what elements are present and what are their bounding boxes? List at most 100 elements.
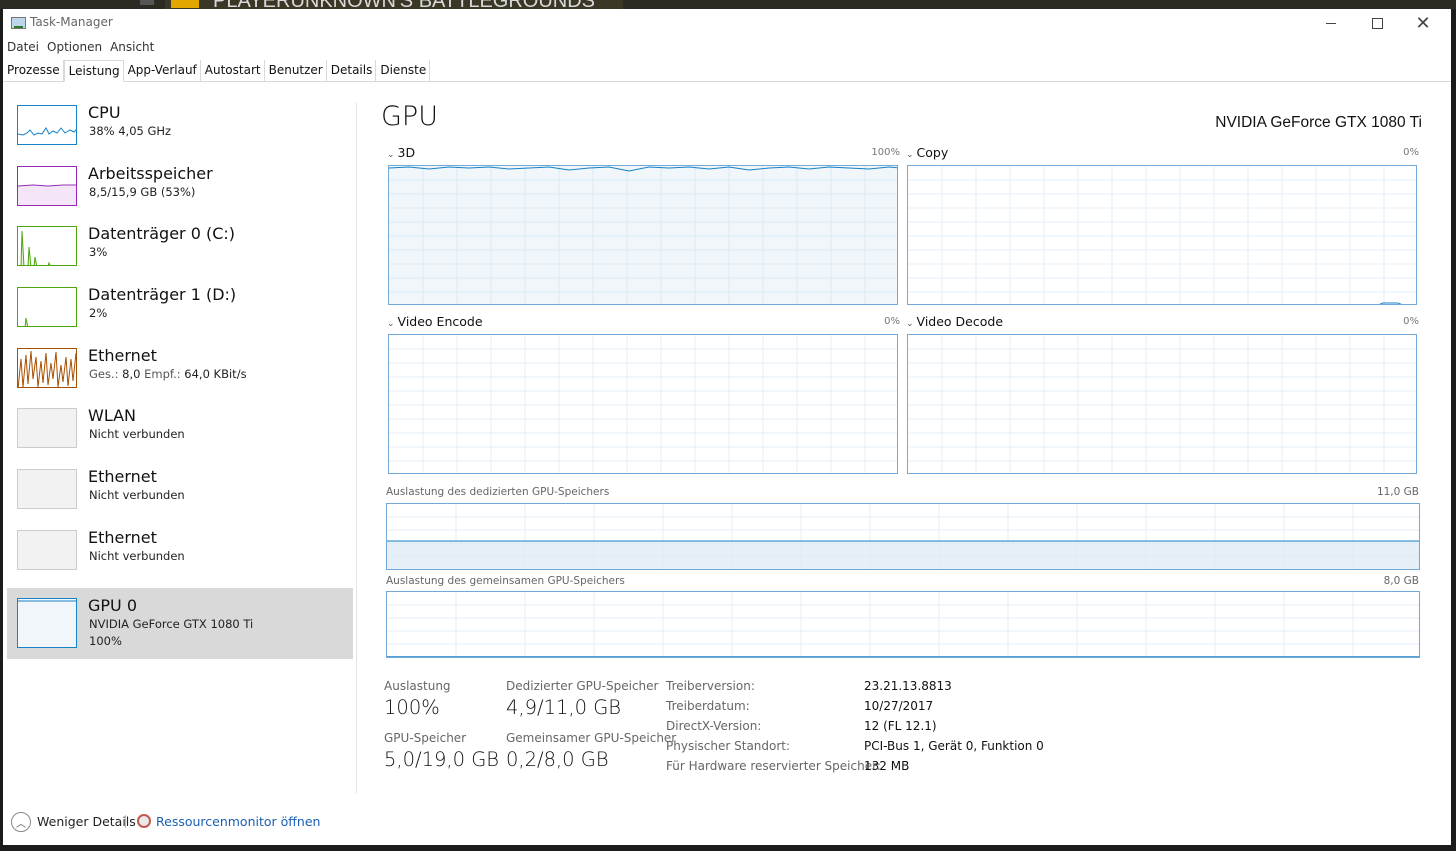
engine-copy-label: Copy	[916, 145, 949, 160]
engine-3d-percent: 100%	[871, 147, 900, 158]
background-game-window: PLAYERUNKNOWN'S BATTLEGROUNDS	[165, 0, 623, 9]
dedicated-memory-label: Dedizierter GPU-Speicher	[506, 679, 659, 693]
engine-video-encode-selector[interactable]: ⌄ Video Encode	[387, 314, 483, 329]
tab-app-verlauf[interactable]: App-Verlauf	[124, 60, 201, 81]
sidebar-item-ethernet-2[interactable]: Ethernet Nicht verbunden	[3, 466, 357, 527]
dedicated-memory-graph-svg	[387, 504, 1419, 569]
shared-memory-label: Gemeinsamer GPU-Speicher	[506, 731, 677, 745]
sidebar-ethernet-3-title: Ethernet	[88, 527, 157, 547]
memory-thumbnail-graph	[17, 165, 77, 206]
sidebar-item-ethernet[interactable]: Ethernet Ges.: 8,0 Empf.: 64,0 KBit/s	[3, 345, 357, 406]
sidebar-item-memory[interactable]: Arbeitsspeicher 8,5/15,9 GB (53%)	[3, 163, 357, 224]
tab-prozesse[interactable]: Prozesse	[3, 60, 64, 81]
engine-copy-selector[interactable]: ⌄ Copy	[906, 145, 948, 160]
engine-video-decode-label: Video Decode	[916, 314, 1004, 329]
engine-3d-label: 3D	[397, 145, 416, 160]
menu-optionen[interactable]: Optionen	[43, 38, 106, 58]
engine-3d-selector[interactable]: ⌄ 3D	[387, 145, 415, 160]
task-manager-icon	[11, 17, 26, 29]
sidebar-gpu0-percent: 100%	[89, 633, 122, 648]
engine-video-encode-graph	[388, 334, 898, 474]
engine-copy-percent: 0%	[1403, 147, 1419, 158]
engine-video-encode-label: Video Encode	[397, 314, 483, 329]
menu-datei[interactable]: Datei	[3, 38, 43, 58]
engine-3d-usage-line	[389, 166, 897, 172]
sidebar-item-ethernet-3[interactable]: Ethernet Nicht verbunden	[3, 527, 357, 588]
sidebar-ethernet-subtitle: Ges.: 8,0 Empf.: 64,0 KBit/s	[89, 367, 247, 381]
ethernet-recv-label: Empf.:	[144, 366, 181, 381]
sidebar-wlan-subtitle: Nicht verbunden	[89, 427, 185, 442]
disk1-thumbnail-graph	[17, 287, 77, 328]
sidebar-memory-title: Arbeitsspeicher	[88, 163, 213, 183]
directx-version-label: DirectX-Version:	[666, 719, 762, 733]
task-manager-window: Task-Manager ✕ Datei Optionen Ansicht Pr…	[3, 9, 1451, 845]
tab-benutzer[interactable]: Benutzer	[265, 60, 327, 81]
tab-autostart[interactable]: Autostart	[201, 60, 265, 81]
sidebar-ethernet-2-subtitle: Nicht verbunden	[89, 488, 185, 503]
engine-3d-graph	[388, 165, 898, 305]
sidebar-wlan-title: WLAN	[88, 406, 137, 426]
panel-divider[interactable]	[356, 103, 357, 793]
sidebar-ethernet-3-subtitle: Nicht verbunden	[89, 548, 185, 563]
engine-copy-graph	[907, 165, 1417, 305]
close-button[interactable]: ✕	[1400, 9, 1446, 38]
gpu-device-name: NVIDIA GeForce GTX 1080 Ti	[1215, 114, 1422, 131]
tab-details[interactable]: Details	[327, 60, 377, 81]
dedicated-memory-fill	[387, 541, 1419, 569]
gpu-memory-label: GPU-Speicher	[384, 731, 467, 745]
shared-memory-graph-max: 8,0 GB	[1383, 575, 1419, 587]
engine-video-decode-percent: 0%	[1403, 316, 1419, 327]
chevron-down-icon: ⌄	[906, 150, 914, 160]
detail-heading: GPU	[381, 101, 438, 132]
engine-video-decode-graph	[907, 334, 1417, 474]
tab-dienste[interactable]: Dienste	[376, 60, 431, 81]
footer-separator	[125, 815, 126, 828]
engine-copy-gridlines	[908, 166, 1416, 304]
menu-ansicht[interactable]: Ansicht	[106, 38, 158, 58]
sidebar-disk1-subtitle: 2%	[89, 306, 108, 321]
sidebar-cpu-title: CPU	[88, 103, 121, 122]
dedicated-memory-graph	[386, 503, 1420, 570]
driver-date-label: Treiberdatum:	[666, 699, 750, 713]
ethernet-3-thumbnail-graph	[17, 529, 77, 570]
shared-memory-value: 0,2/8,0 GB	[506, 748, 609, 771]
engine-copy-usage-line	[1379, 302, 1402, 304]
open-resource-monitor-link[interactable]: Ressourcenmonitor öffnen	[156, 814, 320, 829]
ethernet-thumbnail-graph	[17, 347, 77, 388]
sidebar-item-disk1[interactable]: Datenträger 1 (D:) 2%	[3, 284, 357, 345]
engine-video-encode-graph-svg	[389, 335, 897, 473]
driver-version-value: 23.21.13.8813	[864, 679, 952, 693]
sidebar-disk1-title: Datenträger 1 (D:)	[88, 285, 237, 305]
menu-bar: Datei Optionen Ansicht	[3, 38, 158, 58]
sidebar-item-cpu[interactable]: CPU 38% 4,05 GHz	[3, 102, 357, 163]
engine-video-decode-gridlines	[908, 335, 1416, 473]
ethernet-recv-value: 64,0 KBit/s	[184, 366, 247, 381]
sidebar-item-disk0[interactable]: Datenträger 0 (C:) 3%	[3, 223, 357, 284]
chevron-up-icon[interactable]: ︿	[11, 812, 31, 832]
hardware-reserved-memory-label: Für Hardware reservierter Speicher:	[666, 759, 881, 773]
engine-video-decode-selector[interactable]: ⌄ Video Decode	[906, 314, 1003, 329]
sidebar-ethernet-title: Ethernet	[88, 345, 157, 365]
shared-memory-graph-svg	[387, 592, 1419, 657]
ethernet-2-thumbnail-graph	[17, 469, 77, 510]
sidebar-item-wlan[interactable]: WLAN Nicht verbunden	[3, 405, 357, 466]
shared-memory-graph	[386, 591, 1420, 658]
sidebar-memory-subtitle: 8,5/15,9 GB (53%)	[89, 184, 196, 199]
minimize-button[interactable]	[1308, 9, 1354, 38]
window-title: Task-Manager	[30, 15, 113, 29]
cpu-thumbnail-graph	[17, 105, 77, 145]
dedicated-memory-graph-max: 11,0 GB	[1376, 486, 1419, 498]
engine-copy-graph-svg	[908, 166, 1416, 304]
tab-leistung[interactable]: Leistung	[63, 60, 124, 82]
dedicated-memory-graph-label: Auslastung des dedizierten GPU-Speichers	[386, 486, 610, 498]
disk0-thumbnail-graph	[17, 226, 77, 267]
title-bar[interactable]: Task-Manager ✕	[3, 9, 1451, 38]
fewer-details-button[interactable]: Weniger Details	[37, 814, 136, 829]
engine-video-encode-percent: 0%	[884, 316, 900, 327]
ethernet-send-label: Ges.:	[89, 366, 119, 381]
shared-memory-gridlines	[387, 592, 1419, 657]
engine-3d-gridlines	[389, 166, 897, 304]
maximize-button[interactable]	[1354, 9, 1400, 38]
engine-video-decode-graph-svg	[908, 335, 1416, 473]
sidebar-item-gpu0[interactable]: GPU 0 NVIDIA GeForce GTX 1080 Ti 100%	[7, 587, 353, 659]
